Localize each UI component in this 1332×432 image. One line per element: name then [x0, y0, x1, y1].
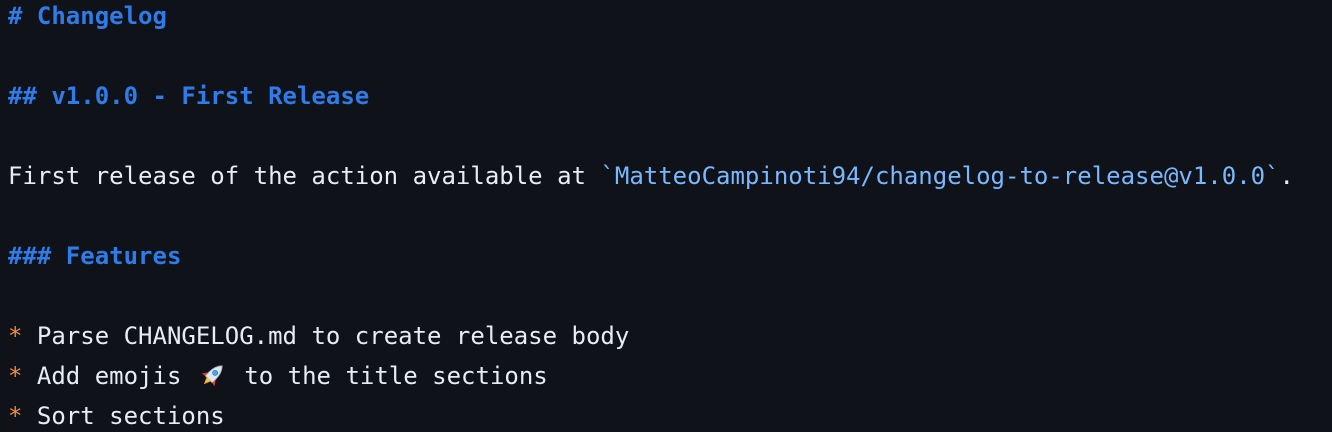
feature-text: Sort sections [36, 402, 225, 430]
rocket-icon [198, 360, 228, 390]
intro-line: First release of the action available at… [8, 156, 1294, 196]
feature-list-item: * Sort sections [8, 396, 225, 432]
feature-text-after: to the title sections [244, 362, 548, 390]
intro-period: . [1279, 162, 1294, 190]
changelog-title: # Changelog [8, 2, 167, 30]
feature-list-item: * Add emojis to the title sections [8, 356, 548, 396]
intro-text: First release of the action available at [8, 162, 601, 190]
feature-text: Parse CHANGELOG.md to create release bod… [36, 322, 630, 350]
feature-list-item: * Parse CHANGELOG.md to create release b… [8, 316, 629, 356]
markdown-editor[interactable]: # Changelog ## v1.0.0 - First Release Fi… [0, 0, 1332, 432]
version-heading: ## v1.0.0 - First Release [8, 82, 370, 110]
inline-code-action-ref: `MatteoCampinoti94/changelog-to-release@… [600, 162, 1280, 190]
bullet-asterisk: * [8, 362, 23, 390]
features-heading: ### Features [8, 242, 182, 270]
bullet-asterisk: * [8, 322, 23, 350]
bullet-asterisk: * [8, 402, 23, 430]
feature-text-before: Add emojis [36, 362, 182, 390]
